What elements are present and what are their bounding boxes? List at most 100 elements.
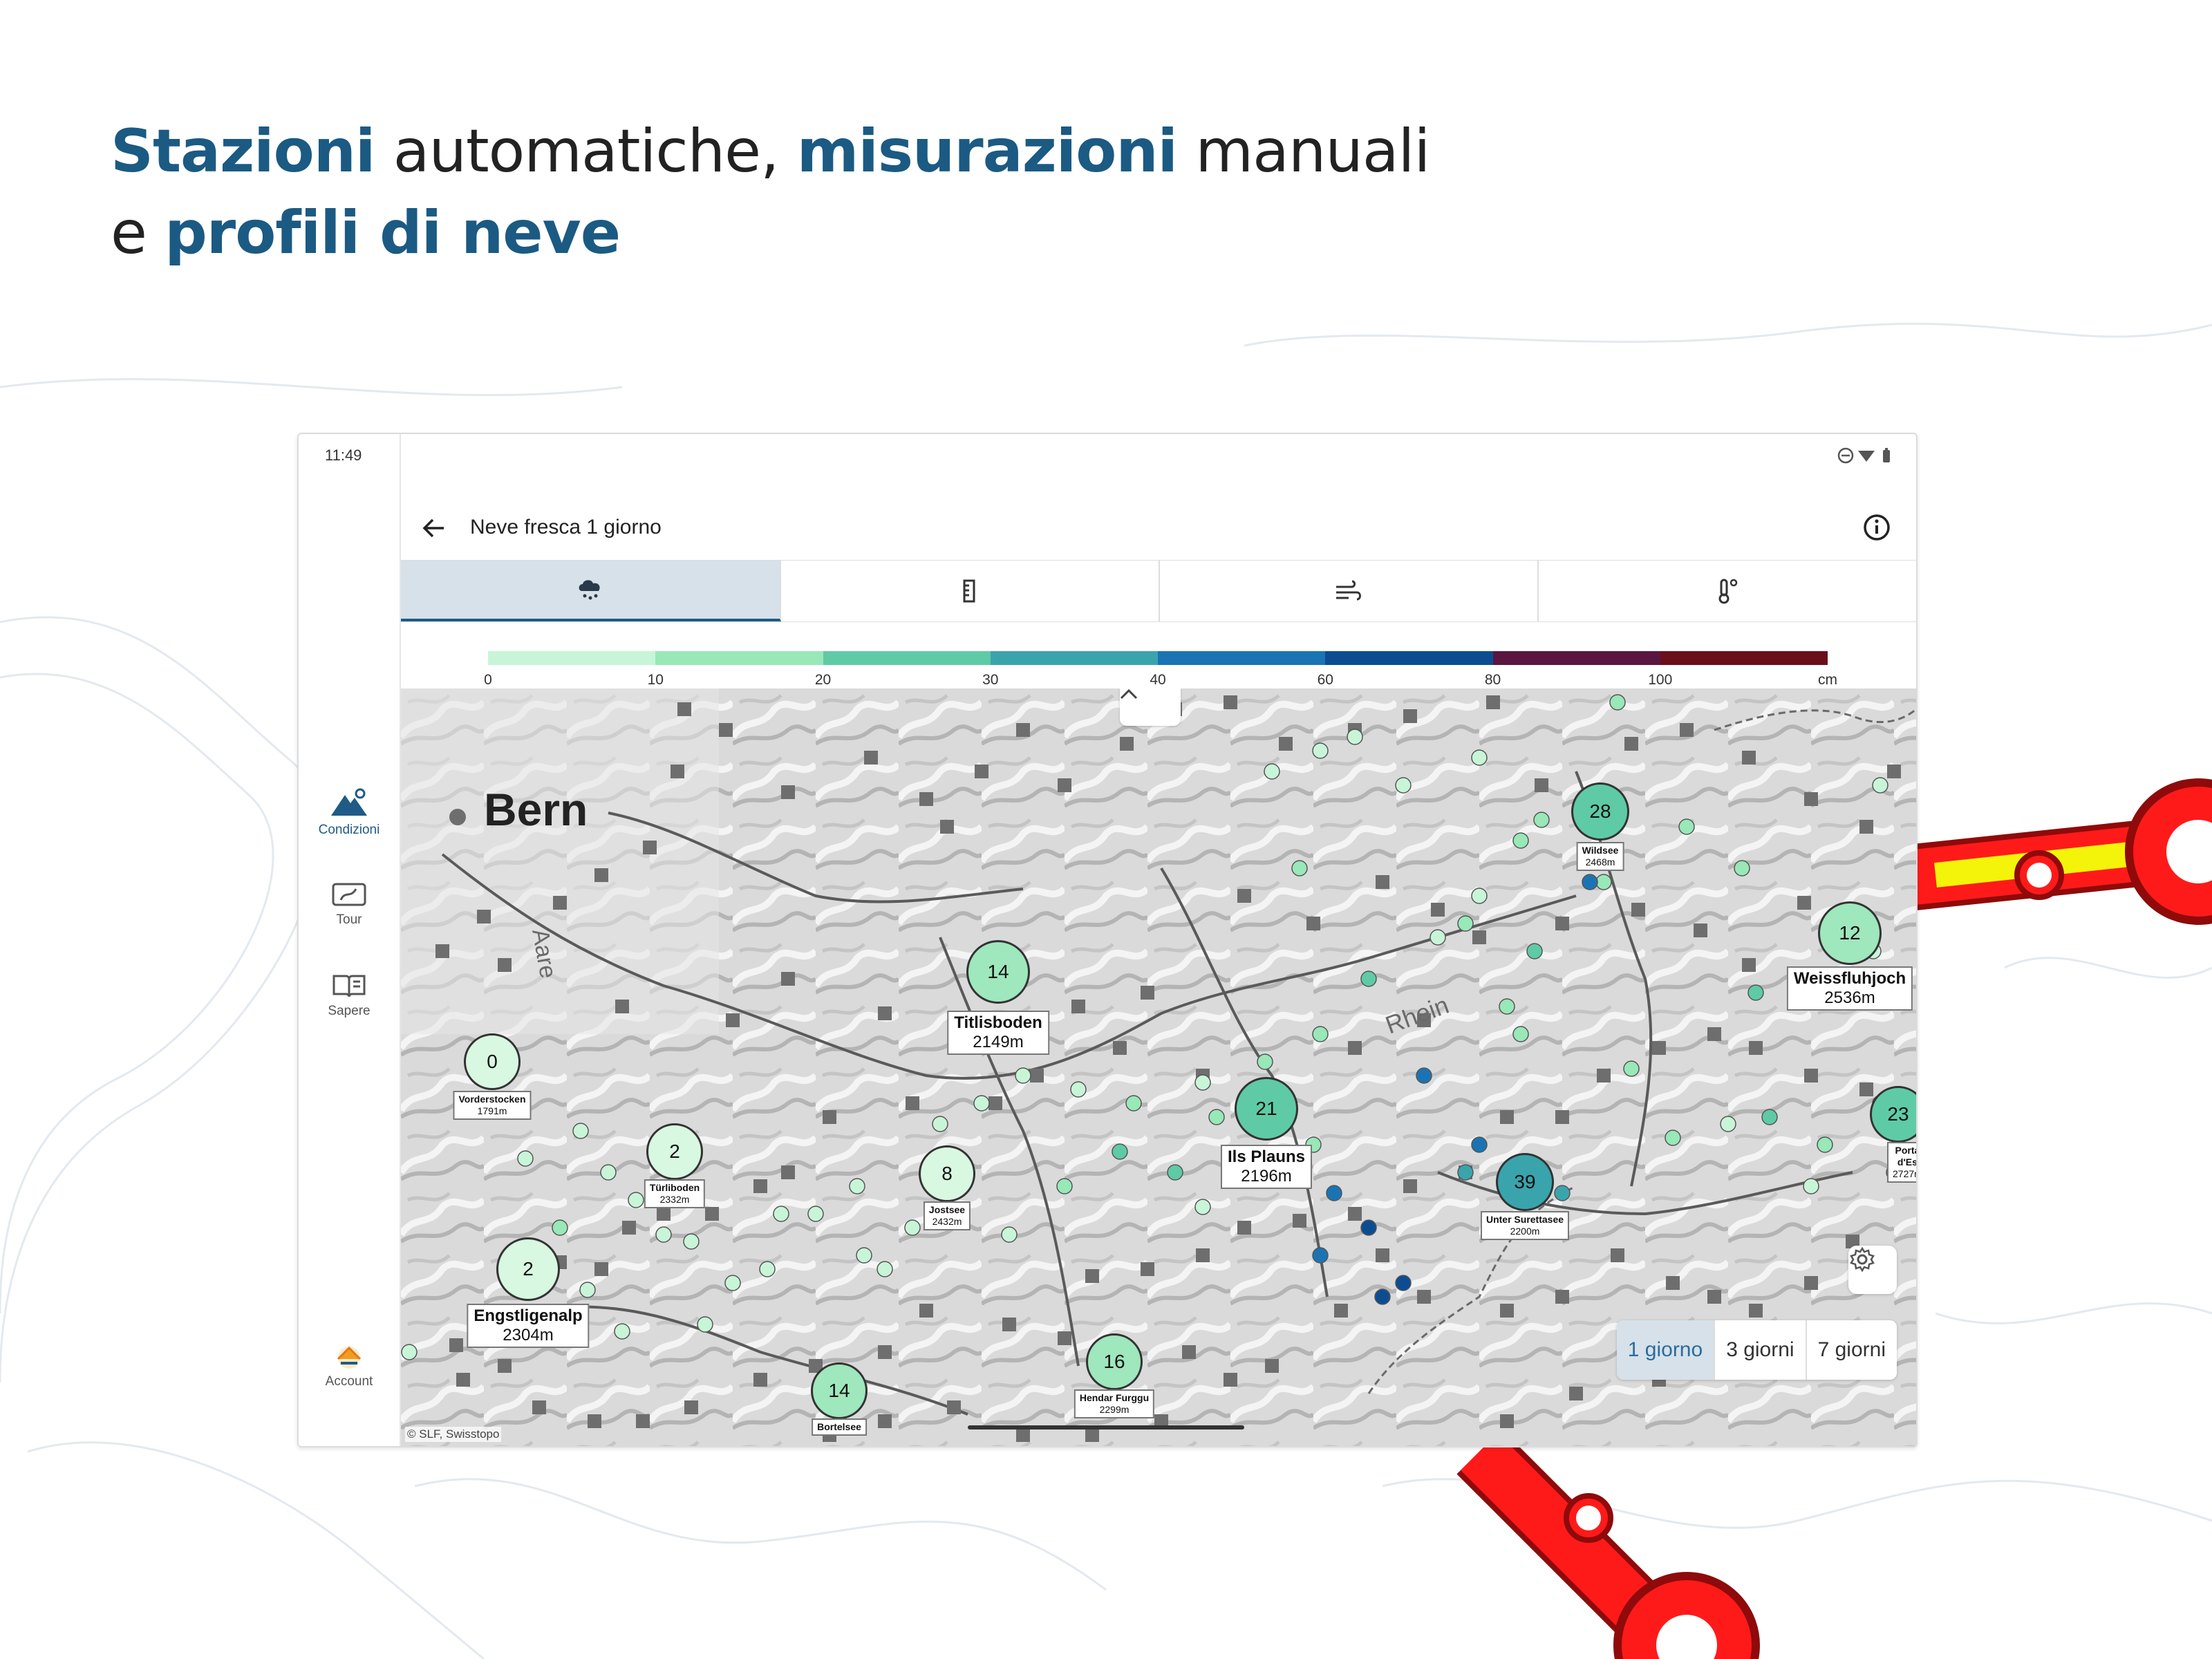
mountain-snow-icon [331, 788, 367, 816]
page-title: Neve fresca 1 giorno [470, 516, 662, 538]
rail-item-tour[interactable]: Tour [299, 881, 400, 928]
rail-item-condizioni[interactable]: Condizioni [299, 788, 400, 838]
station-bubble[interactable]: 39 [1496, 1153, 1554, 1211]
headline-bold-3: profili di neve [165, 198, 621, 268]
station-bubble[interactable]: 2 [646, 1123, 703, 1180]
period-selector: 1 giorno 3 giorni 7 giorni [1616, 1320, 1897, 1380]
station-name: Ils Plauns [1227, 1147, 1306, 1166]
station-label[interactable]: Porta d'Es2727m [1887, 1142, 1916, 1183]
rail-item-account[interactable]: Account [299, 1342, 400, 1389]
station-name: Bortelsee [817, 1421, 861, 1432]
rail-label-tour: Tour [336, 912, 362, 927]
station-value: 16 [1103, 1351, 1125, 1372]
chevron-up-icon [1120, 688, 1138, 700]
station-name: Weissfluhjoch [1793, 969, 1906, 988]
station-label[interactable]: Wildsee 2468m [1576, 842, 1624, 871]
station-bubble[interactable]: 14 [811, 1362, 868, 1419]
wind-icon [1336, 580, 1361, 601]
legend-swatch [655, 651, 823, 665]
period-option-1-day[interactable]: 1 giorno [1616, 1320, 1716, 1380]
station-elevation: 2149m [973, 1033, 1024, 1051]
map-city-label: Bern [484, 784, 588, 835]
period-option-7-days[interactable]: 7 giorni [1807, 1320, 1897, 1380]
legend-swatch [1325, 651, 1493, 665]
rail-label-account: Account [325, 1374, 373, 1389]
station-label[interactable]: Titlisboden 2149m [947, 1011, 1049, 1055]
legend-swatch [1492, 651, 1660, 665]
headline-bold-2: misurazioni [796, 117, 1178, 186]
tab-wind[interactable] [1159, 561, 1539, 621]
station-elevation: 2536m [1824, 988, 1875, 1007]
status-icons [1837, 447, 1890, 464]
snowfall-cloud-icon [579, 580, 600, 600]
tab-temperature[interactable] [1537, 561, 1916, 621]
legend-tick: 100 [1648, 672, 1673, 688]
map-view[interactable]: Bern Aare Rhein 14 Titlisboden 2149m 21 I… [401, 688, 1916, 1446]
tab-snow-depth[interactable] [780, 561, 1160, 621]
station-label[interactable]: Engstligenalp 2304m [467, 1304, 590, 1348]
station-elevation: 2332m [659, 1194, 690, 1205]
station-name: Unter Surettasee [1485, 1214, 1564, 1225]
tablet-screen: 11:49 Condizioni Tour Sapere Account Nev… [297, 433, 1918, 1447]
station-name: Engstligenalp [474, 1306, 583, 1325]
app-bar: Neve fresca 1 giorno [401, 498, 1916, 559]
legend-scale [488, 651, 1828, 665]
collapse-legend-handle[interactable] [1120, 688, 1181, 726]
legend-tick: cm [1818, 672, 1837, 688]
legend-swatch [990, 651, 1158, 665]
legend-tick: 30 [982, 672, 999, 688]
station-value: 12 [1839, 922, 1861, 944]
legend-tick: 60 [1317, 672, 1333, 688]
station-bubble[interactable]: 2 [496, 1237, 560, 1301]
station-bubble[interactable]: 28 [1571, 782, 1629, 841]
status-time: 11:49 [325, 447, 362, 464]
station-label[interactable]: Türliboden 2332m [644, 1179, 706, 1208]
thermometer-icon [1718, 579, 1738, 604]
legend-tick: 20 [814, 672, 832, 688]
station-elevation: 2432m [932, 1216, 962, 1227]
book-icon [332, 975, 366, 997]
home-indicator [968, 1425, 1244, 1430]
headline-text-1: automatiche, [375, 117, 797, 186]
rail-label-sapere: Sapere [328, 1004, 371, 1018]
legend-tick: 80 [1484, 672, 1501, 688]
station-bubble[interactable]: 8 [919, 1145, 975, 1202]
station-label[interactable]: Unter Surettasee 2200m [1480, 1211, 1570, 1240]
station-label[interactable]: Bortelsee [812, 1418, 867, 1436]
info-icon[interactable] [1862, 513, 1891, 542]
period-option-3-days[interactable]: 3 giorni [1715, 1320, 1807, 1380]
tab-new-snow[interactable] [401, 561, 781, 621]
legend-tick: 40 [1150, 672, 1166, 688]
station-value: 14 [987, 961, 1009, 982]
station-elevation: 2304m [503, 1326, 554, 1344]
map-settings-button[interactable] [1848, 1246, 1897, 1294]
rail-label-condizioni: Condizioni [318, 823, 380, 837]
station-value: 14 [828, 1380, 850, 1401]
station-name: Wildsee [1582, 845, 1619, 856]
legend-swatch [823, 651, 991, 665]
station-value: 23 [1887, 1103, 1909, 1125]
station-bubble[interactable]: 16 [1086, 1333, 1143, 1390]
station-bubble[interactable]: 21 [1235, 1077, 1298, 1141]
legend-swatch [1660, 651, 1828, 665]
tour-ticket-icon [332, 883, 366, 906]
station-name: Hendar Furggu [1079, 1392, 1150, 1403]
station-value: 2 [669, 1141, 680, 1162]
back-arrow-icon[interactable] [420, 514, 448, 542]
headline-bold-1: Stazioni [111, 117, 375, 186]
station-label[interactable]: Hendar Furggu 2299m [1074, 1389, 1155, 1418]
station-value: 2 [523, 1258, 534, 1280]
station-label[interactable]: Vorderstocken 1791m [453, 1091, 532, 1120]
legend-tick: 0 [484, 672, 492, 688]
station-label[interactable]: Ils Plauns 2196m [1220, 1145, 1313, 1189]
station-value: 21 [1255, 1098, 1277, 1119]
station-value: 0 [487, 1051, 498, 1072]
rail-item-sapere[interactable]: Sapere [299, 972, 400, 1019]
station-bubble[interactable]: 0 [464, 1033, 521, 1090]
station-label[interactable]: Jostsee 2432m [923, 1201, 971, 1230]
gear-icon [1850, 1246, 1875, 1273]
station-bubble[interactable]: 14 [966, 940, 1030, 1004]
station-label[interactable]: Weissfluhjoch 2536m [1786, 966, 1913, 1011]
station-bubble[interactable]: 12 [1818, 901, 1882, 965]
snow-depth-ruler-icon [963, 579, 975, 603]
